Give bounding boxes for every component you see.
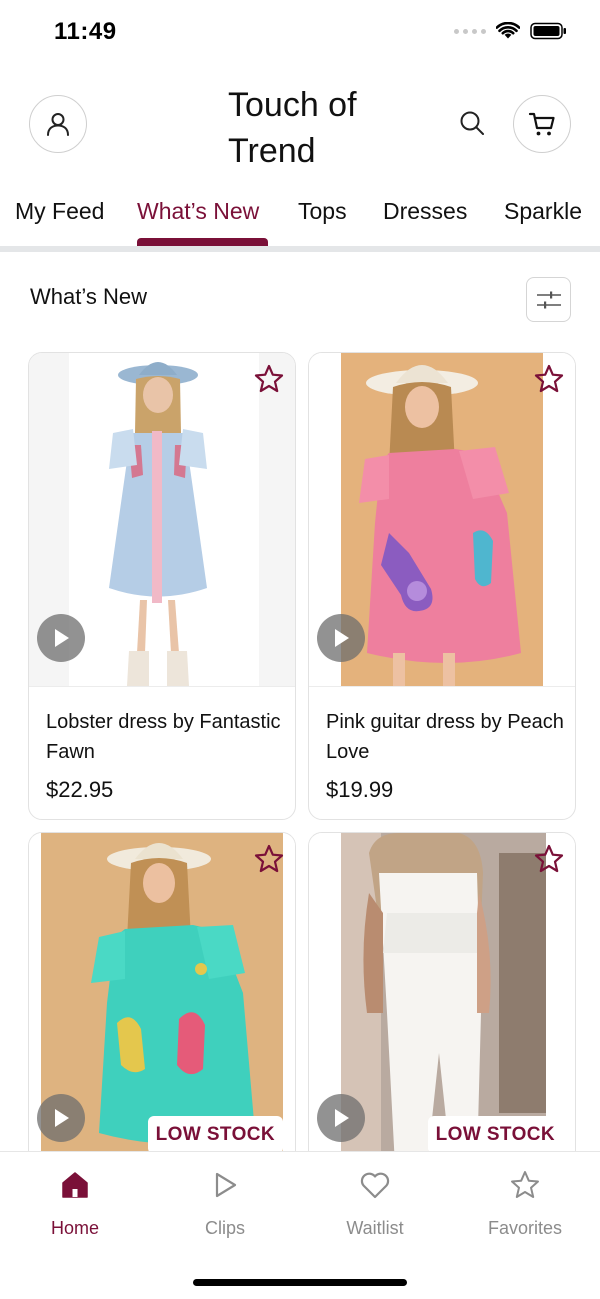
star-icon	[534, 844, 564, 873]
star-icon	[254, 844, 284, 873]
home-icon	[62, 1172, 88, 1198]
user-icon	[47, 113, 69, 136]
account-button[interactable]	[29, 95, 87, 153]
video-play-button[interactable]	[37, 614, 85, 662]
nav-home-label: Home	[50, 1218, 99, 1238]
app-header: Touch of Trend	[0, 66, 600, 186]
search-button[interactable]	[455, 106, 489, 140]
wifi-icon	[496, 22, 520, 39]
product-info: Lobster dress by Fantastic Fawn $22.95	[29, 686, 295, 802]
nav-home[interactable]: Home	[15, 1166, 135, 1239]
favorite-star-button[interactable]	[251, 361, 287, 397]
product-card[interactable]: LOW STOCK	[308, 832, 576, 1172]
play-icon	[215, 1172, 237, 1198]
battery-icon	[530, 22, 566, 40]
star-icon	[534, 364, 564, 393]
star-icon	[511, 1171, 539, 1198]
low-stock-badge: LOW STOCK	[147, 1116, 283, 1154]
favorite-star-button[interactable]	[251, 841, 287, 877]
product-image[interactable]: LOW STOCK	[29, 833, 295, 1166]
favorite-star-button[interactable]	[531, 841, 567, 877]
tab-sparkle[interactable]: Sparkle	[504, 198, 582, 225]
play-icon	[55, 629, 69, 647]
search-icon	[460, 111, 484, 135]
nav-favorites-label: Favorites	[487, 1218, 563, 1238]
signal-icon	[454, 28, 486, 34]
filter-button[interactable]	[526, 277, 571, 322]
tab-dresses[interactable]: Dresses	[383, 198, 467, 225]
star-icon	[254, 364, 284, 393]
home-indicator	[193, 1279, 407, 1286]
cart-icon	[528, 112, 555, 136]
active-tab-indicator	[137, 238, 268, 246]
filter-sliders-icon	[536, 291, 561, 308]
product-info: Pink guitar dress by Peach Love $19.99	[309, 686, 575, 802]
status-time: 11:49	[54, 18, 117, 45]
product-price: $22.95	[46, 777, 114, 802]
product-price: $19.99	[326, 777, 394, 802]
video-play-button[interactable]	[317, 614, 365, 662]
video-play-button[interactable]	[37, 1094, 85, 1142]
low-stock-badge: LOW STOCK	[427, 1116, 563, 1154]
section-title: What’s New	[30, 284, 147, 309]
play-icon	[55, 1109, 69, 1127]
product-name[interactable]: Lobster dress by Fantastic Fawn	[46, 707, 286, 767]
product-image[interactable]	[29, 353, 295, 686]
product-card[interactable]: LOW STOCK	[28, 832, 296, 1172]
tab-tops[interactable]: Tops	[298, 198, 347, 225]
tab-whats-new[interactable]: What’s New	[137, 198, 259, 225]
bottom-nav: Home Clips Waitlist Favorites	[0, 1151, 600, 1299]
cart-button[interactable]	[513, 95, 571, 153]
product-image[interactable]: LOW STOCK	[309, 833, 575, 1166]
product-card[interactable]: Pink guitar dress by Peach Love $19.99	[308, 352, 576, 820]
play-icon	[335, 1109, 349, 1127]
nav-favorites[interactable]: Favorites	[465, 1166, 585, 1239]
tabs-divider	[0, 246, 600, 252]
video-play-button[interactable]	[317, 1094, 365, 1142]
nav-clips-label: Clips	[204, 1218, 245, 1238]
favorite-star-button[interactable]	[531, 361, 567, 397]
nav-waitlist-label: Waitlist	[346, 1218, 404, 1238]
category-tabs: My Feed What’s New Tops Dresses Sparkle	[0, 186, 600, 252]
nav-waitlist[interactable]: Waitlist	[315, 1166, 435, 1239]
product-card[interactable]: Lobster dress by Fantastic Fawn $22.95	[28, 352, 296, 820]
brand-title: Touch of Trend	[228, 86, 357, 170]
heart-icon	[360, 1172, 390, 1199]
play-icon	[335, 629, 349, 647]
tab-my-feed[interactable]: My Feed	[15, 198, 104, 225]
status-bar: 11:49	[0, 0, 600, 66]
status-icons	[454, 22, 568, 40]
product-name[interactable]: Pink guitar dress by Peach Love	[326, 707, 566, 767]
product-image[interactable]	[309, 353, 575, 686]
nav-clips[interactable]: Clips	[165, 1166, 285, 1239]
